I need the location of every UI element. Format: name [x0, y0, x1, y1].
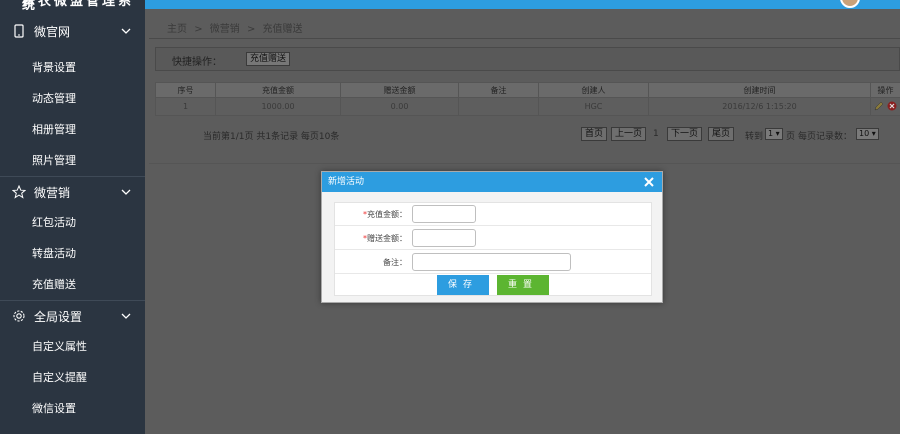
per-page-select[interactable]: 10 ▾: [856, 128, 879, 140]
sidebar-item-news[interactable]: 动态管理: [0, 83, 145, 114]
first-page-button[interactable]: 首页: [581, 127, 608, 141]
sidebar-item-photos[interactable]: 照片管理: [0, 145, 145, 176]
note-input[interactable]: [412, 253, 571, 271]
cell-actions: [870, 97, 900, 116]
sidebar: 青农微盟管理系统 微官网 背景设置 动态管理 相册管理 照片管理 微营销 红包活…: [0, 0, 145, 434]
gift-amount-input[interactable]: [412, 229, 476, 247]
delete-icon[interactable]: [887, 101, 897, 113]
chevron-down-icon: [120, 310, 132, 322]
reset-button[interactable]: 重置: [497, 275, 549, 295]
top-bar: [145, 0, 900, 9]
cell-no: 1: [155, 97, 216, 116]
next-page-button[interactable]: 下一页: [667, 127, 703, 141]
cell-gift: 0.00: [340, 97, 459, 116]
pagination: 当前第1/1页 共1条记录 每页10条 首页 上一页 1 下一页 尾页 转到 1…: [155, 126, 900, 142]
close-icon[interactable]: [642, 175, 656, 189]
breadcrumb-current: 充值赠送: [262, 24, 303, 35]
form-row-note: 备注：: [335, 250, 651, 274]
recharge-amount-label: *充值金额：: [363, 210, 407, 219]
breadcrumb-home[interactable]: 主页: [167, 24, 187, 35]
breadcrumb-separator: >: [246, 24, 256, 35]
data-table: 序号 充值金额 赠送金额 备注 创建人 创建时间 操作 1 1000.00 0.…: [155, 82, 900, 116]
goto-label: 转到: [745, 132, 764, 142]
table-row: 1 1000.00 0.00 HGC 2016/12/6 1:15:20: [155, 97, 900, 116]
cell-note: [458, 97, 539, 116]
sidebar-item-wheel[interactable]: 转盘活动: [0, 238, 145, 269]
star-icon: [12, 185, 26, 199]
prev-page-button[interactable]: 上一页: [611, 127, 647, 141]
sidebar-group-micro-site[interactable]: 微官网: [0, 10, 145, 52]
chevron-down-icon: [120, 186, 132, 198]
quick-actions-label: 快捷操作：: [172, 57, 222, 68]
chevron-down-icon: [120, 25, 132, 37]
column-header-gift: 赠送金额: [340, 82, 459, 98]
pagination-info: 当前第1/1页 共1条记录 每页10条: [203, 132, 340, 142]
divider: [149, 38, 900, 39]
gift-amount-label: *赠送金额：: [363, 234, 407, 243]
column-header-recharge: 充值金额: [215, 82, 341, 98]
sidebar-group-label: 微官网: [34, 24, 71, 39]
sidebar-group-label: 全局设置: [34, 309, 83, 324]
sidebar-item-wechat-settings[interactable]: 微信设置: [0, 393, 145, 424]
sidebar-item-albums[interactable]: 相册管理: [0, 114, 145, 145]
quick-actions-bar: 快捷操作： 充值赠送: [155, 47, 900, 71]
form-row-recharge: *充值金额：: [335, 203, 651, 226]
sidebar-item-custom-reminders[interactable]: 自定义提醒: [0, 362, 145, 393]
sidebar-item-red-packet[interactable]: 红包活动: [0, 207, 145, 238]
cell-creator: HGC: [538, 97, 649, 116]
cell-created: 2016/12/6 1:15:20: [648, 97, 871, 116]
sidebar-group-global-settings[interactable]: 全局设置: [0, 300, 145, 331]
breadcrumb: 主页 > 微营销 > 充值赠送: [167, 20, 307, 35]
column-header-actions: 操作: [870, 82, 900, 98]
current-page: 1: [653, 129, 659, 139]
column-header-no: 序号: [155, 82, 216, 98]
page-suffix: 页: [786, 132, 796, 142]
dialog-title: 新增活动: [328, 177, 365, 187]
last-page-button[interactable]: 尾页: [708, 127, 735, 141]
save-button[interactable]: 保存: [437, 275, 489, 295]
column-header-note: 备注: [458, 82, 539, 98]
dialog-header: 新增活动: [322, 172, 662, 192]
cell-recharge: 1000.00: [215, 97, 341, 116]
goto-page-select[interactable]: 1 ▾: [765, 128, 783, 140]
edit-icon[interactable]: [874, 101, 884, 113]
column-header-creator: 创建人: [538, 82, 649, 98]
breadcrumb-section[interactable]: 微营销: [210, 24, 240, 35]
mobile-icon: [12, 24, 26, 38]
divider: [149, 163, 900, 164]
table-header-row: 序号 充值金额 赠送金额 备注 创建人 创建时间 操作: [155, 82, 900, 98]
sidebar-item-custom-attributes[interactable]: 自定义属性: [0, 331, 145, 362]
gear-icon: [12, 309, 26, 323]
note-label: 备注：: [383, 258, 407, 267]
app-title: 青农微盟管理系统: [22, 0, 135, 10]
per-page-label: 每页记录数：: [798, 132, 853, 142]
sidebar-group-label: 微营销: [34, 185, 71, 200]
add-activity-dialog: 新增活动 *充值金额： *赠送金额： 备注： 保存 重置: [321, 171, 663, 303]
recharge-gift-button[interactable]: 充值赠送: [246, 52, 291, 66]
sidebar-group-marketing[interactable]: 微营销: [0, 176, 145, 207]
sidebar-item-background[interactable]: 背景设置: [0, 52, 145, 83]
recharge-amount-input[interactable]: [412, 205, 476, 223]
dialog-form: *充值金额： *赠送金额： 备注： 保存 重置: [334, 202, 652, 296]
sidebar-item-recharge-gift[interactable]: 充值赠送: [0, 269, 145, 300]
breadcrumb-separator: >: [194, 24, 203, 35]
column-header-created: 创建时间: [648, 82, 871, 98]
form-row-gift: *赠送金额：: [335, 226, 651, 250]
